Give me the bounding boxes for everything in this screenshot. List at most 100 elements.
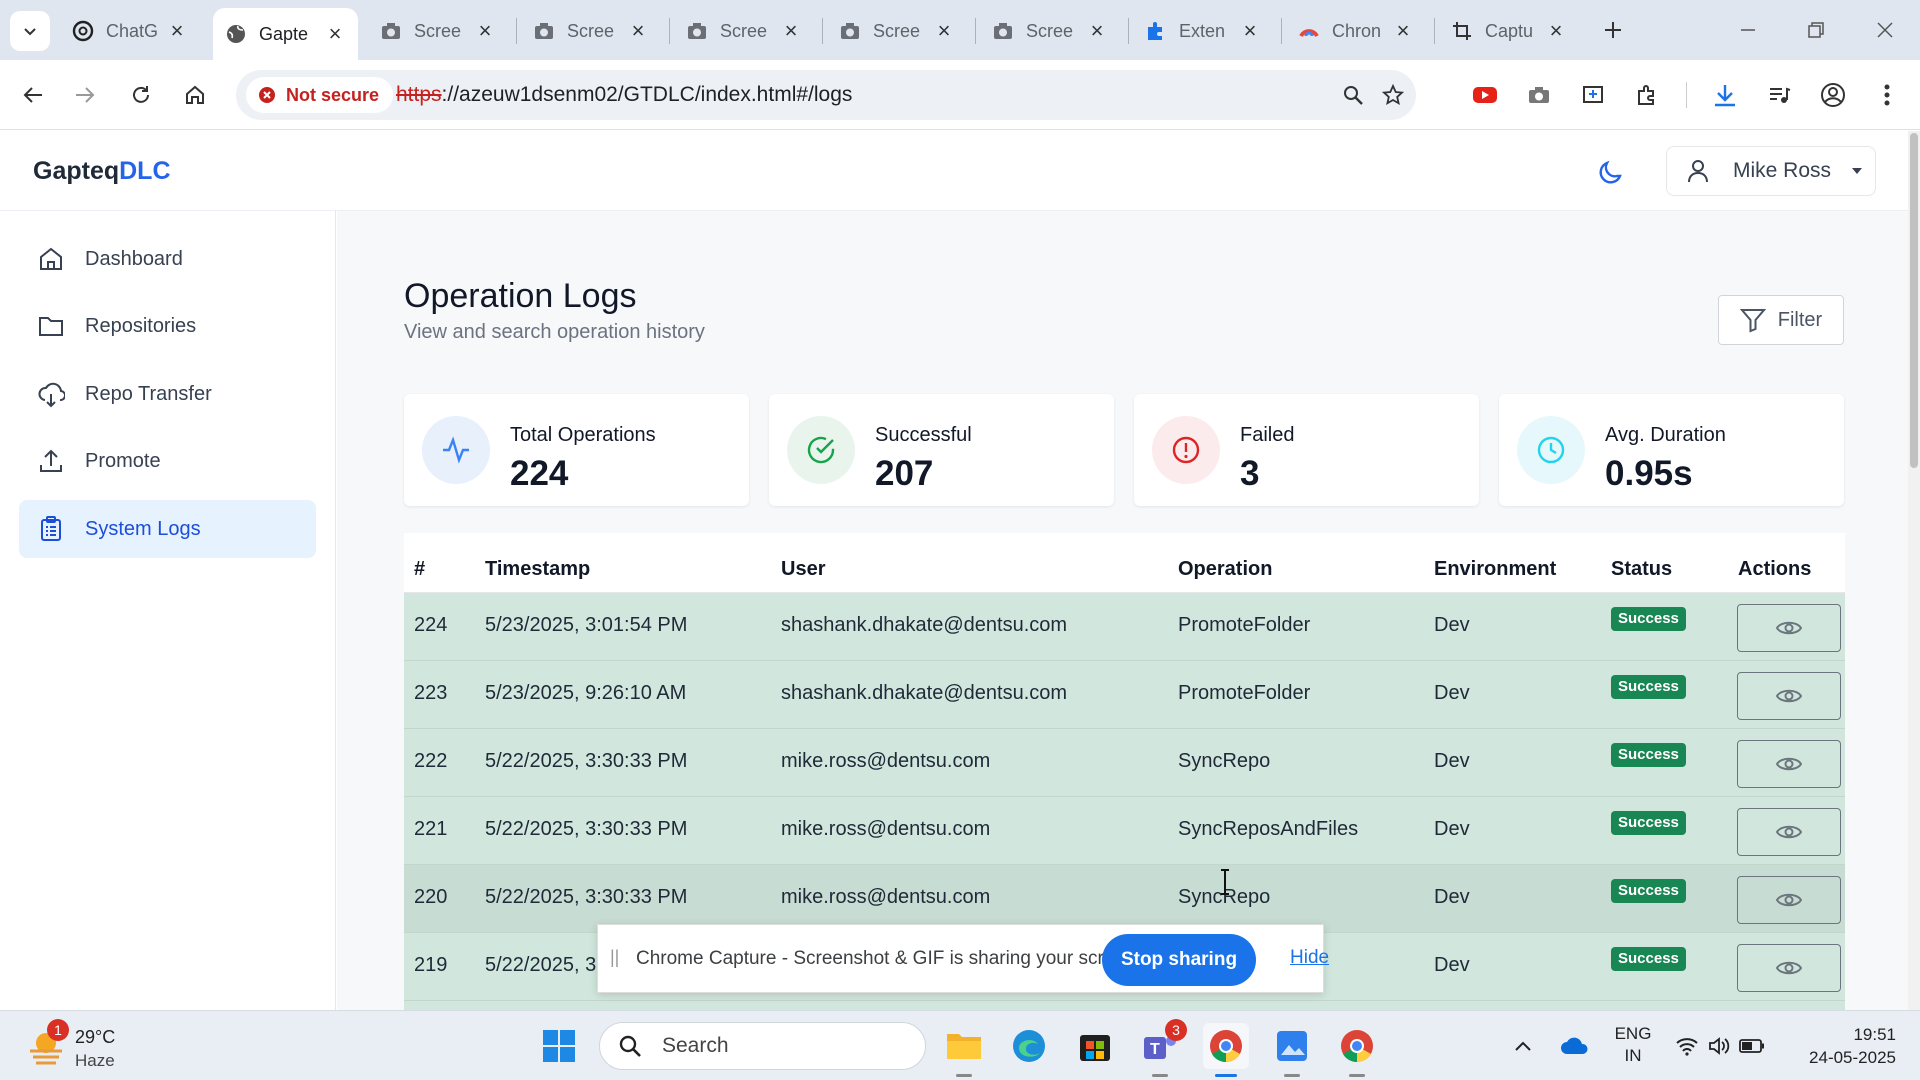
filter-button[interactable]: Filter xyxy=(1718,295,1844,345)
zoom-button[interactable] xyxy=(1334,76,1372,114)
extension-capture[interactable] xyxy=(1574,76,1612,114)
address-bar[interactable]: Not secure https://azeuw1dsenm02/GTDLC/i… xyxy=(236,70,1416,120)
close-icon[interactable]: × xyxy=(1239,20,1261,42)
restore-button[interactable] xyxy=(1797,11,1835,49)
extension-camera[interactable] xyxy=(1520,76,1558,114)
table-row[interactable]: 220 5/22/2025, 3:30:33 PM mike.ross@dent… xyxy=(404,865,1845,933)
stat-label: Total Operations xyxy=(510,424,656,446)
taskbar-store[interactable] xyxy=(1072,1023,1118,1069)
clock[interactable]: 19:51 24-05-2025 xyxy=(1790,1023,1896,1069)
tab-search-button[interactable] xyxy=(10,11,50,51)
table-row[interactable]: 222 5/22/2025, 3:30:33 PM mike.ross@dent… xyxy=(404,729,1845,797)
downloads-button[interactable] xyxy=(1706,76,1744,114)
bookmark-button[interactable] xyxy=(1374,76,1412,114)
table-row[interactable] xyxy=(404,1001,1845,1010)
close-icon[interactable]: × xyxy=(1086,20,1108,42)
taskbar-search[interactable]: Search xyxy=(599,1022,926,1070)
weather-widget[interactable]: 1 29°C Haze xyxy=(20,1019,160,1075)
tab-separator xyxy=(1281,18,1282,44)
close-icon[interactable]: × xyxy=(933,20,955,42)
eye-icon xyxy=(1776,825,1802,839)
media-control-button[interactable] xyxy=(1760,76,1798,114)
table-row[interactable]: 224 5/23/2025, 3:01:54 PM shashank.dhaka… xyxy=(404,593,1845,661)
sidebar-item-promote[interactable]: Promote xyxy=(19,432,316,490)
camera-icon xyxy=(535,23,553,39)
sidebar-item-repositories[interactable]: Repositories xyxy=(19,297,316,355)
tab-chrome[interactable]: Chron × xyxy=(1286,8,1426,54)
view-details-button[interactable] xyxy=(1737,944,1841,992)
start-button[interactable] xyxy=(536,1023,582,1069)
close-icon[interactable]: × xyxy=(1545,20,1567,42)
new-tab-button[interactable] xyxy=(1594,11,1632,49)
taskbar-photos[interactable] xyxy=(1269,1023,1315,1077)
tab-chatgpt[interactable]: ChatG × xyxy=(60,8,200,54)
system-tray-status[interactable] xyxy=(1670,1033,1770,1059)
tab-gapteq[interactable]: Gapte × xyxy=(213,8,358,60)
view-details-button[interactable] xyxy=(1737,672,1841,720)
user-menu[interactable]: Mike Ross xyxy=(1666,146,1876,196)
close-icon[interactable]: × xyxy=(166,20,188,42)
view-details-button[interactable] xyxy=(1737,740,1841,788)
tab-capture[interactable]: Captu × xyxy=(1439,8,1579,54)
sidebar-item-system-logs[interactable]: System Logs xyxy=(19,500,316,558)
taskbar-teams[interactable]: T 3 xyxy=(1137,1019,1187,1077)
tab-screenshot-5[interactable]: Scree × xyxy=(980,8,1120,54)
theme-toggle-button[interactable] xyxy=(1592,153,1630,191)
text-cursor-icon xyxy=(1221,869,1229,895)
back-button[interactable] xyxy=(14,76,52,114)
security-chip[interactable]: Not secure xyxy=(246,77,394,113)
minimize-button[interactable] xyxy=(1729,11,1767,49)
language-indicator[interactable]: ENG IN xyxy=(1608,1023,1658,1067)
caret-down-icon xyxy=(1852,168,1863,174)
stat-icon-circle xyxy=(1152,416,1220,484)
close-icon[interactable]: × xyxy=(324,23,346,45)
drag-handle-icon[interactable]: || xyxy=(610,947,619,968)
taskbar-edge[interactable] xyxy=(1006,1023,1052,1069)
column-header: Timestamp xyxy=(485,558,591,580)
tab-extensions[interactable]: Exten × xyxy=(1133,8,1273,54)
cell-operation: SyncReposAndFiles xyxy=(1178,818,1359,840)
table-row[interactable]: 221 5/22/2025, 3:30:33 PM mike.ross@dent… xyxy=(404,797,1845,865)
extension-youtube[interactable] xyxy=(1466,76,1504,114)
cell-id: 223 xyxy=(414,682,448,704)
onedrive-button[interactable] xyxy=(1552,1023,1598,1069)
close-window-button[interactable] xyxy=(1866,11,1904,49)
profile-button[interactable] xyxy=(1814,76,1852,114)
sidebar-item-dashboard[interactable]: Dashboard xyxy=(19,230,316,288)
close-icon[interactable]: × xyxy=(780,20,802,42)
close-icon[interactable]: × xyxy=(627,20,649,42)
extensions-button[interactable] xyxy=(1628,76,1666,114)
battery-icon xyxy=(1739,1039,1765,1053)
show-hidden-icons-button[interactable] xyxy=(1503,1023,1543,1069)
view-details-button[interactable] xyxy=(1737,808,1841,856)
taskbar-file-explorer[interactable] xyxy=(941,1023,987,1077)
forward-button[interactable] xyxy=(66,76,104,114)
cell-environment: Dev xyxy=(1434,750,1470,772)
reload-button[interactable] xyxy=(122,76,160,114)
tab-screenshot-2[interactable]: Scree × xyxy=(521,8,661,54)
home-button[interactable] xyxy=(176,76,214,114)
search-placeholder: Search xyxy=(662,1034,729,1057)
hide-link[interactable]: Hide xyxy=(1290,947,1329,969)
close-icon[interactable]: × xyxy=(474,20,496,42)
stop-sharing-button[interactable]: Stop sharing xyxy=(1102,934,1256,986)
taskbar-chrome-2[interactable] xyxy=(1334,1023,1380,1077)
taskbar-chrome-active[interactable] xyxy=(1203,1023,1249,1077)
column-header: # xyxy=(414,558,426,580)
page-scrollbar[interactable] xyxy=(1908,131,1920,1010)
url-text[interactable]: https://azeuw1dsenm02/GTDLC/index.html#/… xyxy=(396,83,852,107)
folder-icon xyxy=(39,317,63,336)
view-details-button[interactable] xyxy=(1737,876,1841,924)
app-logo[interactable]: GapteqDLC xyxy=(33,157,171,186)
menu-button[interactable] xyxy=(1868,76,1906,114)
sidebar-item-repo-transfer[interactable]: Repo Transfer xyxy=(19,365,316,423)
tab-screenshot-3[interactable]: Scree × xyxy=(674,8,814,54)
tab-title: Scree xyxy=(414,20,462,41)
tab-screenshot-1[interactable]: Scree × xyxy=(368,8,508,54)
table-row[interactable]: 223 5/23/2025, 9:26:10 AM shashank.dhaka… xyxy=(404,661,1845,729)
close-icon[interactable]: × xyxy=(1392,20,1414,42)
teams-badge: 3 xyxy=(1165,1019,1187,1041)
scrollbar-thumb[interactable] xyxy=(1910,133,1918,468)
view-details-button[interactable] xyxy=(1737,604,1841,652)
tab-screenshot-4[interactable]: Scree × xyxy=(827,8,967,54)
